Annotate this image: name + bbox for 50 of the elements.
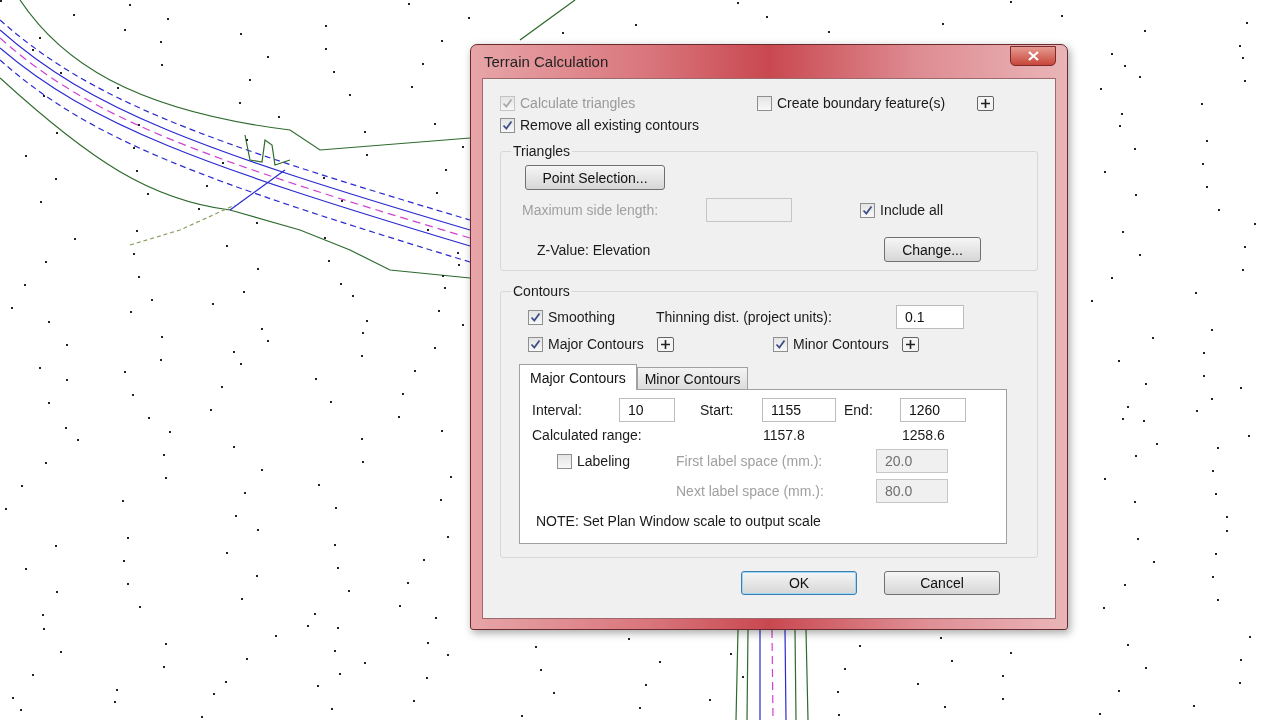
group-title: Triangles xyxy=(512,143,572,159)
field-label: Maximum side length: xyxy=(522,202,660,218)
cancel-button[interactable]: Cancel xyxy=(884,571,1000,595)
expand-button[interactable] xyxy=(901,336,919,352)
checkbox[interactable] xyxy=(557,453,572,469)
checkbox-label: Minor Contours xyxy=(793,336,889,352)
close-icon xyxy=(1027,50,1039,61)
checkbox-label: Remove all existing contours xyxy=(520,117,699,133)
input-field: 20.0 xyxy=(876,449,948,473)
field-label: Calculated range: xyxy=(532,427,643,443)
field-label: Start: xyxy=(700,402,735,418)
plus-icon xyxy=(905,339,915,349)
window-title: Terrain Calculation xyxy=(483,53,610,70)
change-button[interactable]: Change... xyxy=(884,237,981,262)
z-value-text: Z-Value: Elevation xyxy=(537,241,652,258)
expand-button[interactable] xyxy=(977,95,995,111)
checkbox[interactable] xyxy=(528,336,543,352)
checkbox[interactable] xyxy=(860,202,875,218)
point-selection-button[interactable]: Point Selection... xyxy=(525,165,665,190)
input-field: 80.0 xyxy=(876,479,948,503)
checkbox[interactable] xyxy=(773,336,788,352)
field-label: Next label space (mm.): xyxy=(676,483,825,499)
plus-icon xyxy=(981,98,991,108)
input-field[interactable]: 10 xyxy=(619,398,675,422)
close-button[interactable] xyxy=(1010,45,1056,66)
field-label: Thinning dist. (project units): xyxy=(656,309,833,325)
checkbox-label: Create boundary feature(s) xyxy=(777,95,946,111)
checkbox-label: Labeling xyxy=(577,453,630,469)
note-text: NOTE: Set Plan Window scale to output scale xyxy=(536,513,821,529)
checkbox-label: Major Contours xyxy=(548,336,644,352)
plus-icon xyxy=(660,339,670,349)
value-text: 1157.8 xyxy=(763,427,806,443)
expand-button[interactable] xyxy=(656,336,674,352)
input-field[interactable]: 0.1 xyxy=(896,305,964,329)
ok-button[interactable]: OK xyxy=(741,571,857,595)
tab[interactable]: Minor Contours xyxy=(636,367,749,389)
field-label: End: xyxy=(844,402,874,418)
group-title: Contours xyxy=(512,283,571,299)
input-field[interactable]: 1155 xyxy=(762,398,836,422)
field-label: Interval: xyxy=(532,402,583,418)
checkbox-label: Include all xyxy=(880,202,944,218)
checkbox-label: Calculate triangles xyxy=(520,95,636,111)
input-field[interactable]: 1260 xyxy=(900,398,966,422)
checkbox[interactable] xyxy=(528,309,543,325)
field-label: First label space (mm.): xyxy=(676,453,824,469)
value-text: 1258.6 xyxy=(902,427,945,443)
checkbox-label: Smoothing xyxy=(548,309,615,325)
checkbox[interactable] xyxy=(757,95,772,111)
checkbox[interactable] xyxy=(500,117,515,133)
tab[interactable]: Major Contours xyxy=(519,364,637,390)
